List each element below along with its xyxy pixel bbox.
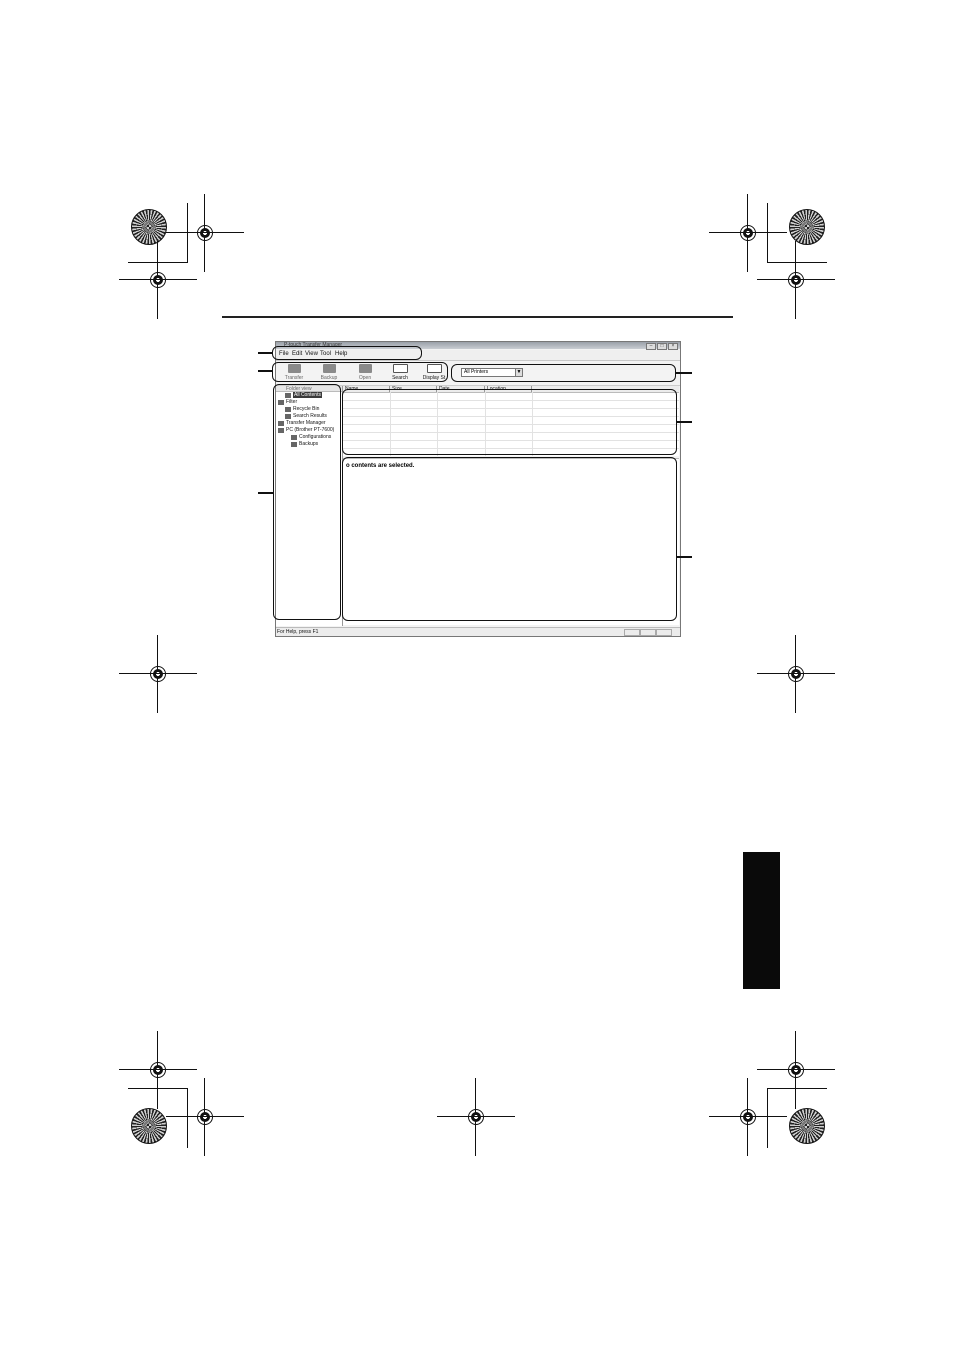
registration-mark <box>437 1078 515 1156</box>
leader-line <box>258 492 273 494</box>
callout-menu-bar <box>272 346 422 360</box>
registration-mark <box>166 194 244 272</box>
status-indicator <box>656 629 672 636</box>
window-controls: – □ × <box>646 343 678 350</box>
callout-toolbar <box>272 362 448 382</box>
leader-line <box>676 556 692 558</box>
trim-line <box>767 203 768 263</box>
registration-mark <box>166 1078 244 1156</box>
leader-line <box>258 352 273 354</box>
callout-folder-view <box>273 384 341 620</box>
color-target-bottom-left <box>131 1108 167 1144</box>
registration-mark <box>757 241 835 319</box>
status-indicator <box>624 629 640 636</box>
registration-mark <box>709 194 787 272</box>
trim-line <box>187 203 188 263</box>
callout-preview <box>342 457 677 621</box>
status-bar: For Help, press F1 <box>276 627 680 636</box>
minimize-button[interactable]: – <box>646 343 656 350</box>
registration-mark <box>119 635 197 713</box>
registration-mark <box>119 241 197 319</box>
registration-mark <box>757 635 835 713</box>
leader-line <box>258 370 273 372</box>
trim-line <box>128 1088 188 1089</box>
status-indicator <box>640 629 656 636</box>
registration-mark <box>119 1031 197 1109</box>
leader-line <box>676 421 692 423</box>
chapter-side-tab <box>743 852 780 989</box>
page-header-rule <box>222 316 733 318</box>
trim-line <box>128 262 188 263</box>
status-text: For Help, press F1 <box>277 629 319 635</box>
registration-mark <box>709 1078 787 1156</box>
color-target-top-left <box>131 209 167 245</box>
trim-line <box>767 262 827 263</box>
trim-line <box>767 1088 768 1148</box>
maximize-button[interactable]: □ <box>657 343 667 350</box>
color-target-bottom-right <box>789 1108 825 1144</box>
leader-line <box>676 372 692 374</box>
callout-list-view <box>342 389 677 455</box>
close-button[interactable]: × <box>668 343 678 350</box>
registration-mark <box>757 1031 835 1109</box>
callout-printer-select <box>451 364 676 382</box>
trim-line <box>767 1088 827 1089</box>
color-target-top-right <box>789 209 825 245</box>
trim-line <box>187 1088 188 1148</box>
